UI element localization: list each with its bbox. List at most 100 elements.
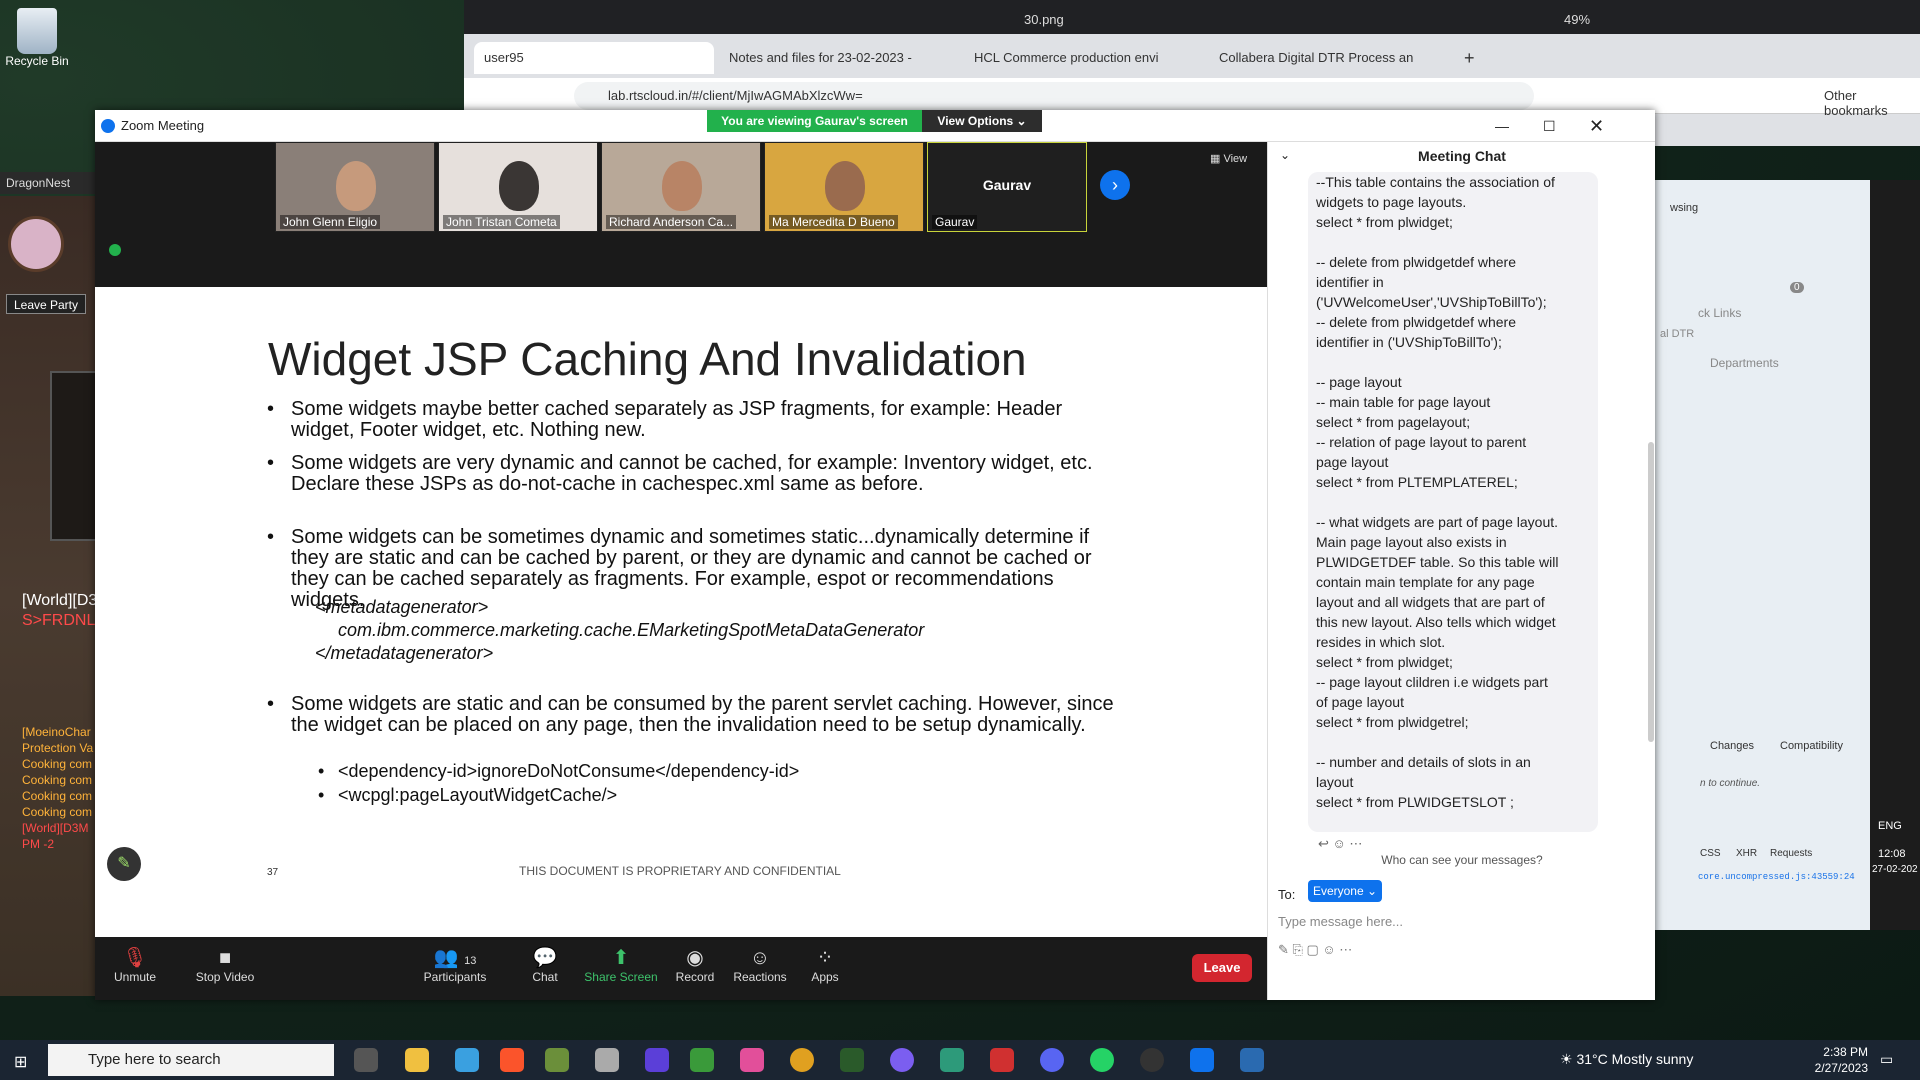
devtools-changes[interactable]: Changes [1710, 740, 1754, 752]
chat-header: Meeting Chat [1418, 148, 1506, 164]
task-view-icon[interactable] [354, 1048, 378, 1072]
slide-bullet: Some widgets maybe better cached separat… [267, 399, 1131, 441]
recycle-bin-shortcut[interactable]: Recycle Bin [2, 8, 72, 68]
game-panel [50, 371, 100, 541]
world-line-1: [World][D3 [22, 592, 98, 609]
app-icon[interactable] [1140, 1048, 1164, 1072]
zoom-taskbar-icon[interactable] [1190, 1048, 1214, 1072]
chat-log-line: Cooking com [22, 805, 93, 819]
code-line: <metadatagenerator> [315, 597, 489, 617]
new-tab-button[interactable]: + [1454, 42, 1484, 74]
devtools-css[interactable]: CSS [1700, 848, 1721, 859]
browser-tab[interactable]: Notes and files for 23-02-2023 - [719, 42, 959, 74]
taskbar-search[interactable]: Type here to search [48, 1044, 334, 1076]
minimize-button[interactable]: — [1495, 110, 1509, 142]
security-shield-icon [109, 244, 121, 256]
clock-time: 2:38 PM [1823, 1045, 1868, 1059]
zoom-title-bar: Zoom Meeting You are viewing Gaurav's sc… [95, 110, 1655, 142]
app-icon[interactable] [840, 1048, 864, 1072]
departments-link[interactable]: Departments [1710, 356, 1779, 370]
viewer-zoom: 49% [1564, 12, 1591, 27]
discord-icon[interactable] [1040, 1048, 1064, 1072]
meeting-toolbar: 🎙 Unmute ■ Stop Video 👥 13 Participants 💬 Ch… [95, 942, 1267, 1000]
devtools-xhr[interactable]: XHR [1736, 848, 1757, 859]
slide-sub-bullet: <wcpgl:pageLayoutWidgetCache/> [318, 785, 617, 806]
world-line-2: S>FRDNL [22, 612, 96, 629]
weather-widget[interactable]: ☀ 31°C Mostly sunny [1560, 1051, 1693, 1068]
edge-icon[interactable] [940, 1048, 964, 1072]
whatsapp-icon[interactable] [1090, 1048, 1114, 1072]
participant-tile[interactable]: John Glenn Eligio [275, 142, 435, 232]
shared-slide: Widget JSP Caching And Invalidation Some… [95, 287, 1267, 937]
view-options-label: View Options [937, 114, 1014, 128]
maximize-button[interactable]: ☐ [1543, 110, 1556, 142]
chat-format-toolbar[interactable]: ✎ ⎘ ▢ ☺ ⋯ [1278, 942, 1352, 958]
devtools-requests[interactable]: Requests [1770, 848, 1812, 859]
figma-icon[interactable] [740, 1048, 764, 1072]
next-page-icon[interactable]: › [1100, 170, 1130, 200]
participants-button[interactable]: 👥 13 Participants [415, 946, 495, 984]
message-input[interactable]: Type message here... [1278, 914, 1648, 929]
chrome-icon[interactable] [790, 1048, 814, 1072]
app-icon[interactable] [1240, 1048, 1264, 1072]
browser-tab[interactable]: HCL Commerce production envi [964, 42, 1204, 74]
participant-tile[interactable]: John Tristan Cometa [438, 142, 598, 232]
stop-video-button[interactable]: ■ Stop Video [185, 946, 265, 984]
recipient-label: Everyone [1312, 884, 1364, 898]
leave-party-button[interactable]: Leave Party [6, 294, 86, 314]
annotate-pen-icon[interactable]: ✎ [107, 847, 141, 881]
browser-tab[interactable]: Collabera Digital DTR Process an [1209, 42, 1449, 74]
apps-button[interactable]: ⁘ Apps [785, 946, 865, 984]
file-explorer-icon[interactable] [405, 1048, 429, 1072]
brave-icon[interactable] [500, 1048, 524, 1072]
tab-label: HCL Commerce production envi [974, 50, 1159, 65]
devtools-compat[interactable]: Compatibility [1780, 740, 1843, 752]
recipient-dropdown[interactable]: Everyone ⌄ [1308, 880, 1382, 902]
chevron-down-icon[interactable]: ⌄ [1280, 148, 1290, 162]
app-icon[interactable] [595, 1048, 619, 1072]
chat-scrollbar[interactable] [1648, 442, 1654, 742]
slide-sub-bullet: <dependency-id>ignoreDoNotConsume</depen… [318, 761, 799, 782]
game-window[interactable]: Leave Party [World][D3 S>FRDNL [MoeinoCh… [0, 196, 100, 996]
app-icon[interactable] [990, 1048, 1014, 1072]
browser-tab[interactable]: user95 [474, 42, 714, 74]
unmute-button[interactable]: 🎙 Unmute [95, 946, 175, 984]
continue-text: n to continue. [1700, 778, 1761, 789]
app-icon[interactable] [545, 1048, 569, 1072]
viber-icon[interactable] [890, 1048, 914, 1072]
participant-tile[interactable]: Richard Anderson Ca... [601, 142, 761, 232]
chat-log-line: PM -2 [22, 837, 55, 851]
quick-links[interactable]: ck Links [1698, 306, 1741, 320]
slide-bullet: Some widgets are very dynamic and cannot… [267, 453, 1131, 495]
who-can-see-link[interactable]: Who can see your messages? [1268, 853, 1656, 867]
participant-video [499, 161, 539, 211]
participant-video [336, 161, 376, 211]
app-icon[interactable] [455, 1048, 479, 1072]
share-screen-button[interactable]: ⬆ Share Screen [581, 946, 661, 984]
windows-start-icon[interactable]: ⊞ [14, 1052, 27, 1072]
participant-tile[interactable]: Ma Mercedita D Bueno [764, 142, 924, 232]
chat-button[interactable]: 💬 Chat [505, 946, 585, 984]
js-file-link[interactable]: core.uncompressed.js:43559:24 [1698, 872, 1855, 882]
notepad-icon[interactable] [690, 1048, 714, 1072]
muted-mic-icon: 🎙 [122, 947, 148, 969]
clock[interactable]: 2:38 PM 2/27/2023 [1810, 1044, 1868, 1076]
jetbrains-icon[interactable] [645, 1048, 669, 1072]
close-button[interactable]: ✕ [1589, 110, 1604, 142]
chat-label: Chat [532, 970, 558, 984]
leave-button[interactable]: Leave [1192, 954, 1252, 982]
chat-log-line: Cooking com [22, 773, 93, 787]
participant-tile-active[interactable]: Gaurav Gaurav [927, 142, 1087, 232]
participants-icon: 👥 13 [433, 947, 477, 969]
share-screen-label: Share Screen [584, 970, 658, 984]
view-options-button[interactable]: View Options ⌄ [922, 110, 1042, 132]
view-button[interactable]: ▦ View [1210, 152, 1247, 165]
dragonnest-bar[interactable]: DragonNest [0, 172, 100, 194]
message-actions[interactable]: ↩ ☺ ⋯ [1318, 836, 1362, 852]
tab-label: Collabera Digital DTR Process an [1219, 50, 1414, 65]
avatar [8, 216, 64, 272]
other-bookmarks[interactable]: Other bookmarks [1824, 88, 1920, 118]
notification-icon[interactable]: ▭ [1880, 1051, 1893, 1068]
viewing-banner: You are viewing Gaurav's screen [707, 110, 922, 132]
url-field[interactable]: lab.rtscloud.in/#/client/MjIwAGMAbXlzcWw… [574, 82, 1534, 110]
